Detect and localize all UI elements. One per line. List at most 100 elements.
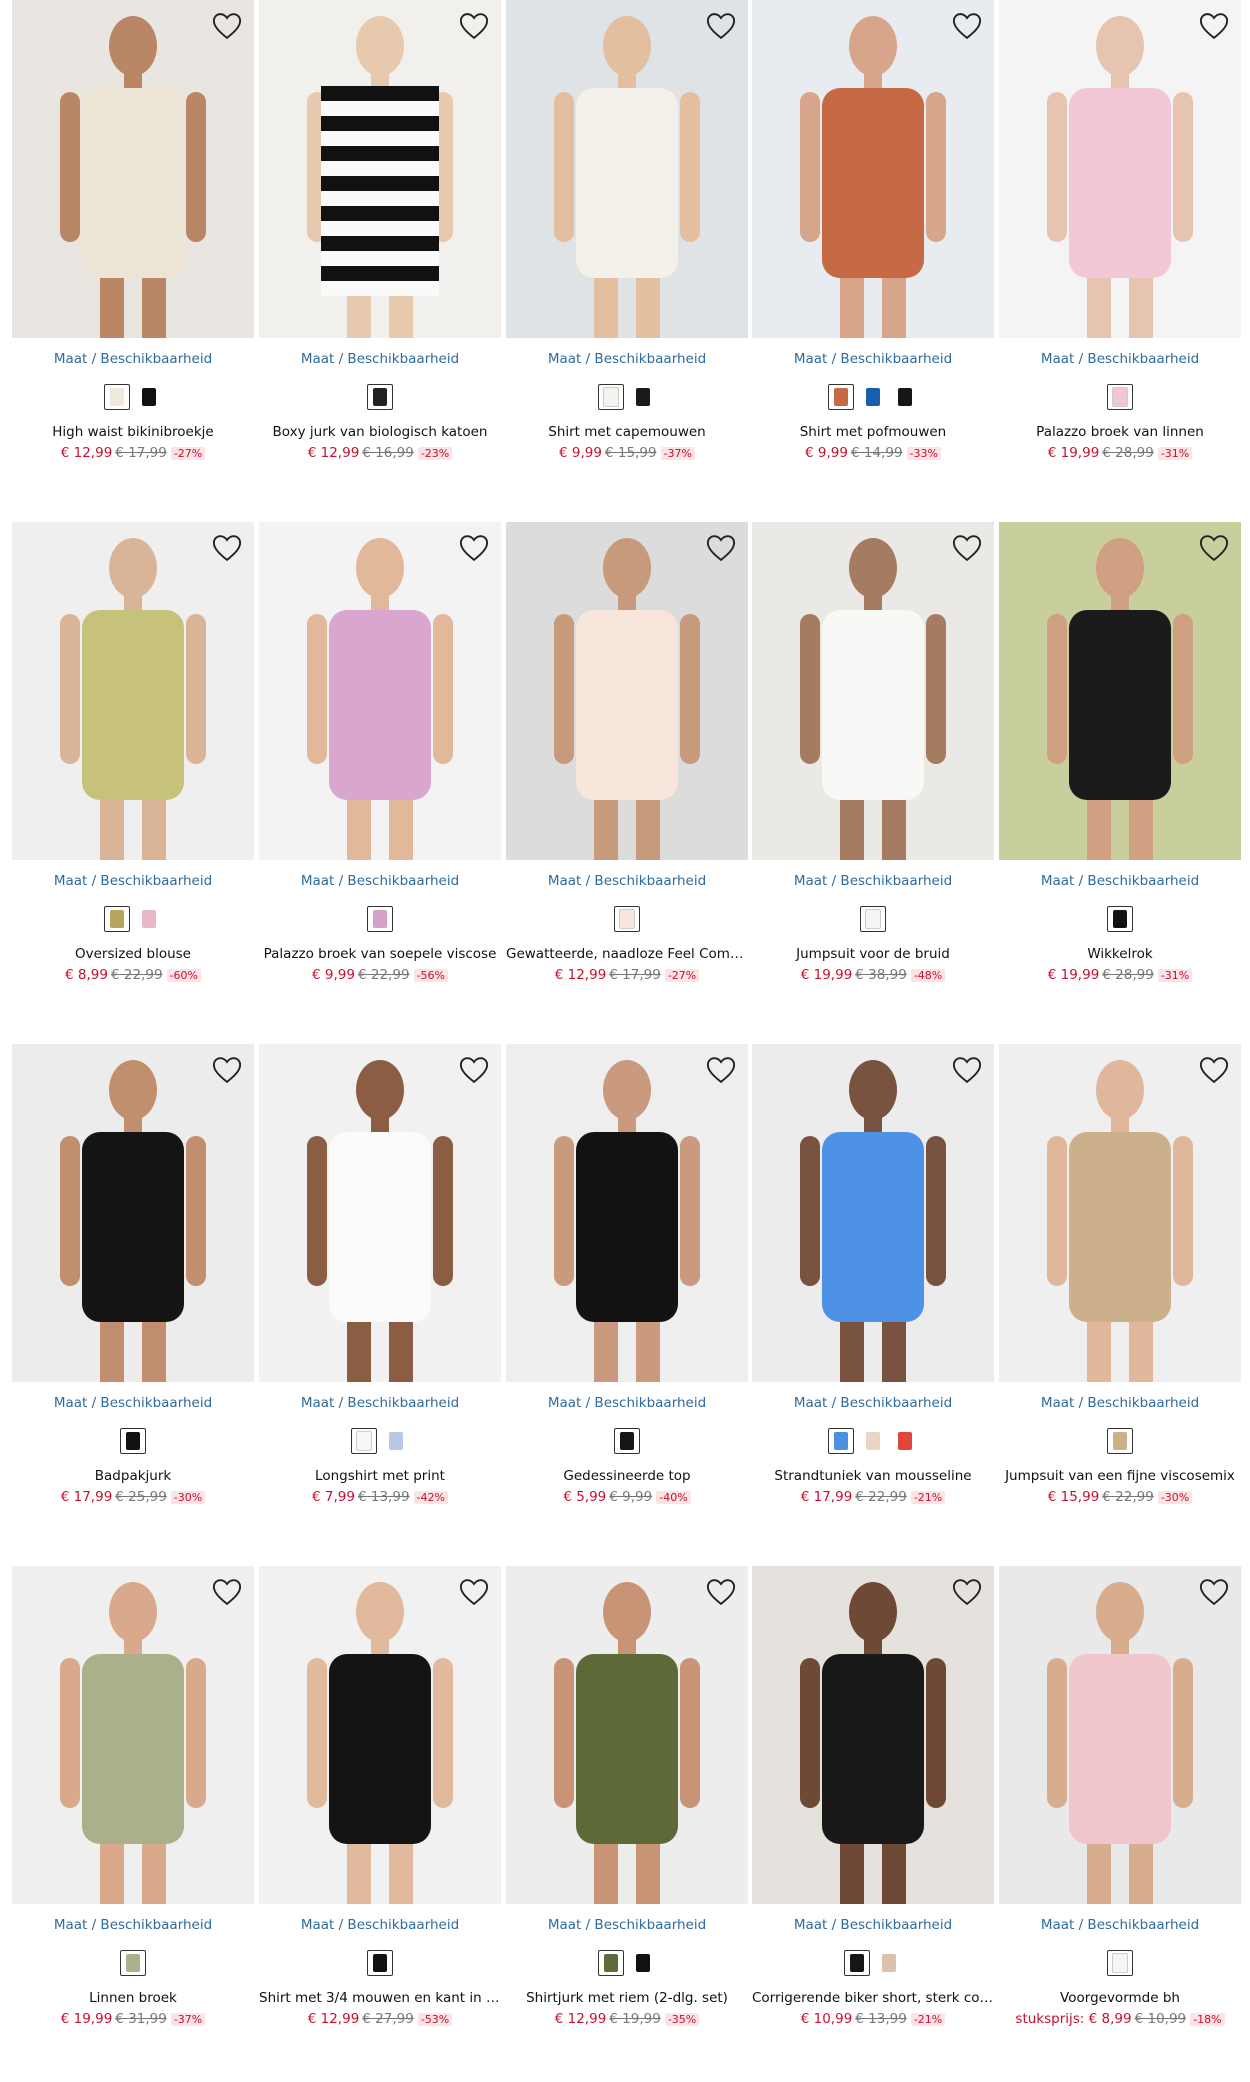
color-swatch[interactable] (860, 1428, 886, 1454)
color-swatch[interactable] (828, 1428, 854, 1454)
wishlist-heart-icon[interactable] (459, 12, 489, 40)
product-image[interactable] (752, 0, 994, 338)
product-card[interactable]: Maat / Beschikbaarheid High waist bikinib… (12, 0, 254, 500)
product-image[interactable] (752, 1566, 994, 1904)
color-swatch[interactable] (1107, 906, 1133, 932)
size-availability-link[interactable]: Maat / Beschikbaarheid (794, 1395, 952, 1411)
color-swatch[interactable] (351, 1428, 377, 1454)
size-availability-link[interactable]: Maat / Beschikbaarheid (1041, 873, 1199, 889)
wishlist-heart-icon[interactable] (952, 1578, 982, 1606)
product-name[interactable]: Jumpsuit voor de bruid (752, 946, 994, 962)
product-card[interactable]: Maat / Beschikbaarheid Gedessineerde top €… (506, 1044, 748, 1544)
size-availability-link[interactable]: Maat / Beschikbaarheid (548, 1917, 706, 1933)
product-name[interactable]: Voorgevormde bh (999, 1990, 1241, 2006)
product-image[interactable] (999, 1044, 1241, 1382)
product-name[interactable]: Boxy jurk van biologisch katoen (259, 424, 501, 440)
product-card[interactable]: Maat / Beschikbaarheid Shirtjurk met riem… (506, 1566, 748, 2066)
product-name[interactable]: Shirt met pofmouwen (752, 424, 994, 440)
product-card[interactable]: Maat / Beschikbaarheid Wikkelrok € 19,99 € … (999, 522, 1241, 1022)
size-availability-link[interactable]: Maat / Beschikbaarheid (794, 351, 952, 367)
wishlist-heart-icon[interactable] (952, 1056, 982, 1084)
product-image[interactable] (12, 522, 254, 860)
color-swatch[interactable] (367, 384, 393, 410)
product-card[interactable]: Maat / Beschikbaarheid Oversized blouse € … (12, 522, 254, 1022)
color-swatch[interactable] (367, 906, 393, 932)
product-image[interactable] (999, 522, 1241, 860)
product-image[interactable] (12, 1566, 254, 1904)
product-card[interactable]: Maat / Beschikbaarheid Boxy jurk van biol… (259, 0, 501, 500)
color-swatch[interactable] (104, 384, 130, 410)
wishlist-heart-icon[interactable] (459, 1056, 489, 1084)
product-card[interactable]: Maat / Beschikbaarheid Jumpsuit voor de b… (752, 522, 994, 1022)
wishlist-heart-icon[interactable] (952, 534, 982, 562)
size-availability-link[interactable]: Maat / Beschikbaarheid (54, 1395, 212, 1411)
wishlist-heart-icon[interactable] (212, 1056, 242, 1084)
wishlist-heart-icon[interactable] (212, 534, 242, 562)
product-image[interactable] (506, 522, 748, 860)
wishlist-heart-icon[interactable] (706, 1056, 736, 1084)
product-image[interactable] (12, 1044, 254, 1382)
size-availability-link[interactable]: Maat / Beschikbaarheid (1041, 351, 1199, 367)
product-name[interactable]: Oversized blouse (12, 946, 254, 962)
product-name[interactable]: Wikkelrok (999, 946, 1241, 962)
size-availability-link[interactable]: Maat / Beschikbaarheid (54, 1917, 212, 1933)
color-swatch[interactable] (598, 1950, 624, 1976)
color-swatch[interactable] (367, 1950, 393, 1976)
product-card[interactable]: Maat / Beschikbaarheid Shirt met 3/4 mouw… (259, 1566, 501, 2066)
product-card[interactable]: Maat / Beschikbaarheid Jumpsuit van een f… (999, 1044, 1241, 1544)
color-swatch[interactable] (136, 384, 162, 410)
size-availability-link[interactable]: Maat / Beschikbaarheid (301, 1395, 459, 1411)
product-card[interactable]: Maat / Beschikbaarheid Corrigerende biker… (752, 1566, 994, 2066)
size-availability-link[interactable]: Maat / Beschikbaarheid (301, 873, 459, 889)
product-name[interactable]: Palazzo broek van linnen (999, 424, 1241, 440)
size-availability-link[interactable]: Maat / Beschikbaarheid (1041, 1395, 1199, 1411)
wishlist-heart-icon[interactable] (952, 12, 982, 40)
color-swatch[interactable] (1107, 1950, 1133, 1976)
product-image[interactable] (259, 1566, 501, 1904)
product-image[interactable] (999, 1566, 1241, 1904)
product-image[interactable] (752, 1044, 994, 1382)
product-name[interactable]: Jumpsuit van een fijne viscosemix (999, 1468, 1241, 1484)
product-card[interactable]: Maat / Beschikbaarheid Voorgevormde bh stu… (999, 1566, 1241, 2066)
color-swatch[interactable] (383, 1428, 409, 1454)
wishlist-heart-icon[interactable] (212, 12, 242, 40)
product-name[interactable]: Shirtjurk met riem (2-dlg. set) (506, 1990, 748, 2006)
wishlist-heart-icon[interactable] (459, 534, 489, 562)
product-card[interactable]: Maat / Beschikbaarheid Badpakjurk € 17,99 €… (12, 1044, 254, 1544)
size-availability-link[interactable]: Maat / Beschikbaarheid (548, 351, 706, 367)
product-name[interactable]: Shirt met capemouwen (506, 424, 748, 440)
product-name[interactable]: Gedessineerde top (506, 1468, 748, 1484)
product-name[interactable]: Longshirt met print (259, 1468, 501, 1484)
wishlist-heart-icon[interactable] (706, 1578, 736, 1606)
color-swatch[interactable] (892, 384, 918, 410)
product-image[interactable] (259, 1044, 501, 1382)
product-name[interactable]: Corrigerende biker short, sterk corriger… (752, 1990, 994, 2006)
color-swatch[interactable] (630, 384, 656, 410)
color-swatch[interactable] (860, 906, 886, 932)
product-card[interactable]: Maat / Beschikbaarheid Shirt met pofmouwe… (752, 0, 994, 500)
product-name[interactable]: High waist bikinibroekje (12, 424, 254, 440)
product-card[interactable]: Maat / Beschikbaarheid Palazzo broek van … (259, 522, 501, 1022)
product-card[interactable]: Maat / Beschikbaarheid Strandtuniek van m… (752, 1044, 994, 1544)
size-availability-link[interactable]: Maat / Beschikbaarheid (1041, 1917, 1199, 1933)
product-card[interactable]: Maat / Beschikbaarheid Palazzo broek van … (999, 0, 1241, 500)
wishlist-heart-icon[interactable] (1199, 1578, 1229, 1606)
product-name[interactable]: Shirt met 3/4 mouwen en kant in elastisc… (259, 1990, 501, 2006)
wishlist-heart-icon[interactable] (1199, 1056, 1229, 1084)
wishlist-heart-icon[interactable] (1199, 534, 1229, 562)
color-swatch[interactable] (120, 1950, 146, 1976)
product-image[interactable] (506, 0, 748, 338)
product-image[interactable] (259, 0, 501, 338)
color-swatch[interactable] (104, 906, 130, 932)
color-swatch[interactable] (892, 1428, 918, 1454)
size-availability-link[interactable]: Maat / Beschikbaarheid (54, 873, 212, 889)
product-name[interactable]: Palazzo broek van soepele viscose (259, 946, 501, 962)
size-availability-link[interactable]: Maat / Beschikbaarheid (794, 1917, 952, 1933)
color-swatch[interactable] (1107, 1428, 1133, 1454)
color-swatch[interactable] (120, 1428, 146, 1454)
product-card[interactable]: Maat / Beschikbaarheid Shirt met capemouw… (506, 0, 748, 500)
product-image[interactable] (506, 1566, 748, 1904)
color-swatch[interactable] (860, 384, 886, 410)
product-image[interactable] (752, 522, 994, 860)
wishlist-heart-icon[interactable] (706, 12, 736, 40)
